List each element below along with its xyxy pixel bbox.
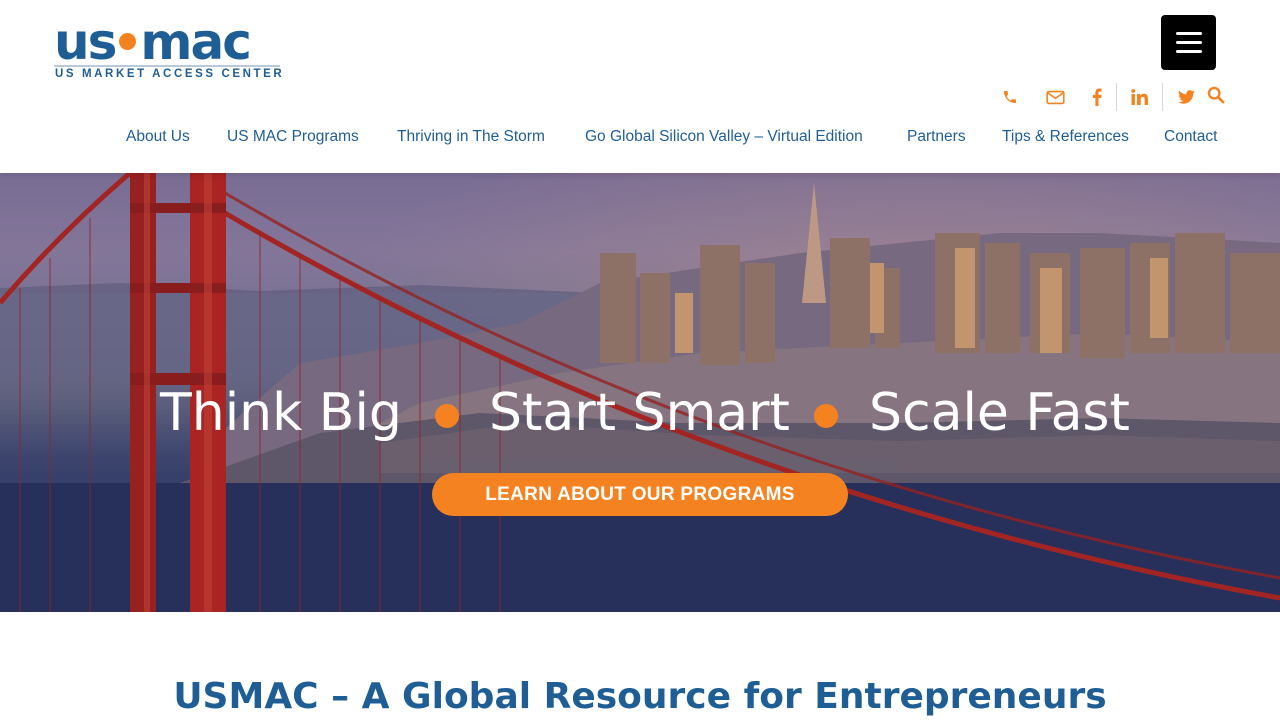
social-divider [1116, 83, 1117, 111]
logo-dot [119, 33, 137, 50]
logo-wordmark: us mac [54, 13, 252, 71]
logo-divider [54, 65, 280, 67]
usmac-logo[interactable]: us mac US MARKET ACCESS CENTER [54, 13, 285, 86]
hamburger-menu-icon [1175, 32, 1202, 35]
nav-item-about-us[interactable]: About Us [126, 128, 190, 146]
nav-item-thriving-in-the-storm[interactable]: Thriving in The Storm [397, 128, 545, 146]
nav-item-contact[interactable]: Contact [1164, 128, 1217, 146]
facebook-icon[interactable] [1086, 82, 1108, 112]
twitter-icon[interactable] [1174, 82, 1198, 112]
search-icon[interactable] [1204, 80, 1228, 110]
tagline-start-smart: Start Smart [489, 383, 790, 443]
page-title: USMAC – A Global Resource for Entreprene… [173, 676, 1107, 717]
logo-tagline: US MARKET ACCESS CENTER [55, 68, 285, 80]
hero-banner: Think Big Start Smart Scale Fast LEARN A… [0, 173, 1280, 612]
nav-item-go-global-silicon-valley[interactable]: Go Global Silicon Valley – Virtual Editi… [585, 128, 863, 146]
linkedin-icon[interactable] [1128, 82, 1150, 112]
tagline-think-big: Think Big [160, 383, 402, 443]
tagline-separator-dot [814, 404, 838, 428]
tagline-scale-fast: Scale Fast [869, 383, 1130, 443]
learn-about-programs-button[interactable]: LEARN ABOUT OUR PROGRAMS [432, 473, 848, 516]
phone-icon[interactable] [998, 82, 1022, 112]
social-divider [1162, 83, 1163, 111]
nav-item-us-mac-programs[interactable]: US MAC Programs [227, 128, 359, 146]
hero-tagline: Think Big Start Smart Scale Fast [0, 378, 1280, 448]
nav-item-tips-references[interactable]: Tips & References [1002, 128, 1129, 146]
email-icon[interactable] [1042, 82, 1068, 112]
site-header: us mac US MARKET ACCESS CENTER About Us U… [0, 0, 1280, 173]
nav-item-partners[interactable]: Partners [907, 128, 966, 146]
tagline-separator-dot [435, 404, 459, 428]
hamburger-menu-button[interactable] [1161, 15, 1216, 70]
